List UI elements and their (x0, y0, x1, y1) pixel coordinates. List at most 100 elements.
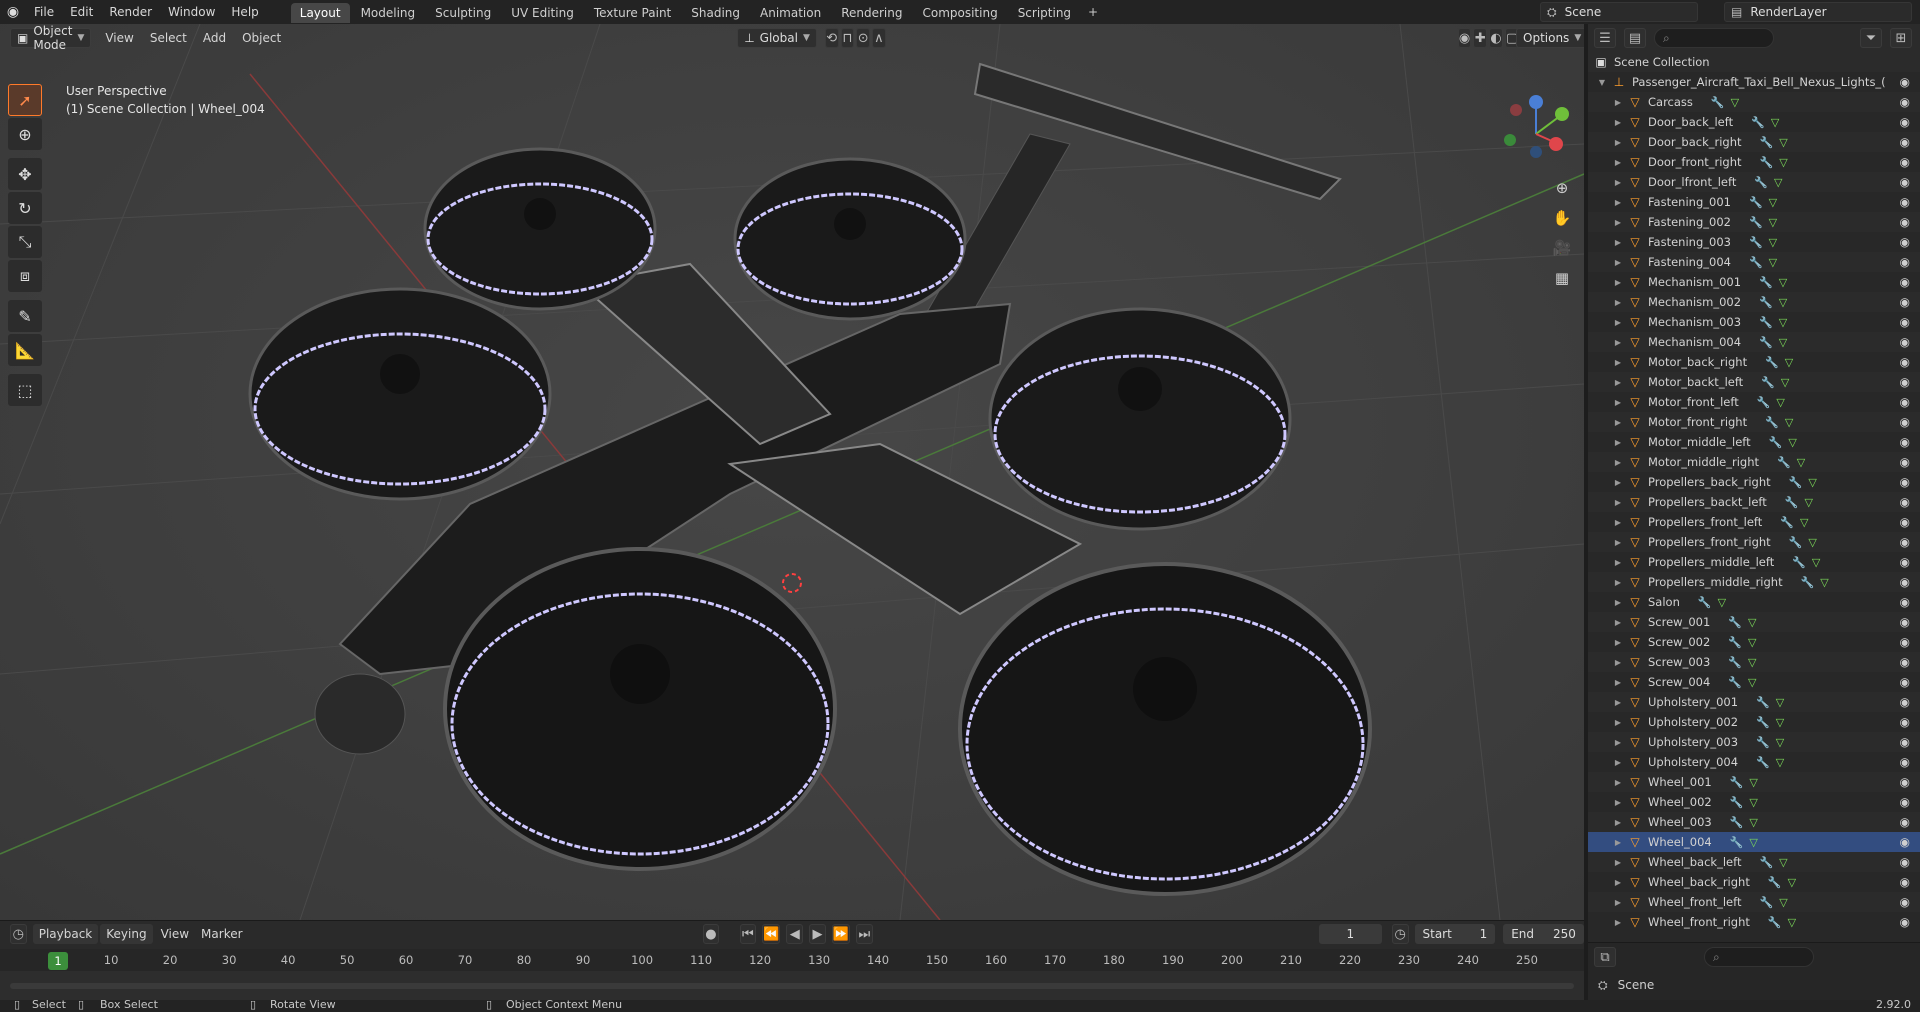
zoom-icon[interactable]: ⊕ (1548, 174, 1576, 202)
mesh-data-icon[interactable]: ▽ (1749, 776, 1757, 789)
chevron-right-icon[interactable]: ▶ (1612, 338, 1624, 347)
modifier-wrench-icon[interactable]: 🔧 (1749, 216, 1763, 229)
eye-icon[interactable]: ◉ (1900, 475, 1910, 489)
mesh-data-icon[interactable]: ▽ (1808, 476, 1816, 489)
scene-properties-icon[interactable]: ⛭ (1598, 978, 1608, 993)
modifier-wrench-icon[interactable]: 🔧 (1789, 536, 1803, 549)
chevron-right-icon[interactable]: ▶ (1612, 838, 1624, 847)
tab-uv-editing[interactable]: UV Editing (502, 3, 583, 23)
eye-icon[interactable]: ◉ (1900, 375, 1910, 389)
timeline-scrollbar[interactable] (10, 983, 1574, 989)
chevron-right-icon[interactable]: ▶ (1612, 558, 1624, 567)
menu-help[interactable]: Help (223, 0, 266, 24)
mesh-data-icon[interactable]: ▽ (1769, 216, 1777, 229)
outliner-item[interactable]: ▶ ▽ Motor_front_right 🔧 ▽ ◉ (1588, 412, 1920, 432)
modifier-wrench-icon[interactable]: 🔧 (1754, 176, 1768, 189)
viewport-menu-view[interactable]: View (97, 28, 141, 48)
modifier-wrench-icon[interactable]: 🔧 (1756, 696, 1770, 709)
outliner-item[interactable]: ▶ ▽ Motor_backt_left 🔧 ▽ ◉ (1588, 372, 1920, 392)
tab-rendering[interactable]: Rendering (832, 3, 911, 23)
eye-icon[interactable]: ◉ (1900, 895, 1910, 909)
chevron-right-icon[interactable]: ▶ (1612, 118, 1624, 127)
outliner-item[interactable]: ▶ ▽ Door_front_right 🔧 ▽ ◉ (1588, 152, 1920, 172)
modifier-wrench-icon[interactable]: 🔧 (1760, 156, 1774, 169)
eye-icon[interactable]: ◉ (1900, 795, 1910, 809)
mesh-data-icon[interactable]: ▽ (1797, 456, 1805, 469)
chevron-right-icon[interactable]: ▶ (1612, 618, 1624, 627)
measure-tool-icon[interactable]: 📐 (8, 334, 42, 366)
outliner-display-mode-icon[interactable]: ☰ (1594, 28, 1616, 48)
mesh-data-icon[interactable]: ▽ (1779, 856, 1787, 869)
outliner-item[interactable]: ▶ ▽ Propellers_front_right 🔧 ▽ ◉ (1588, 532, 1920, 552)
chevron-right-icon[interactable]: ▶ (1612, 898, 1624, 907)
chevron-right-icon[interactable]: ▶ (1612, 738, 1624, 747)
mesh-data-icon[interactable]: ▽ (1779, 316, 1787, 329)
outliner-item[interactable]: ▶ ▽ Propellers_middle_right 🔧 ▽ ◉ (1588, 572, 1920, 592)
falloff-icon[interactable]: ∧ (872, 28, 886, 48)
eye-icon[interactable]: ◉ (1900, 455, 1910, 469)
eye-icon[interactable]: ◉ (1900, 195, 1910, 209)
mesh-data-icon[interactable]: ▽ (1779, 136, 1787, 149)
eye-icon[interactable]: ◉ (1900, 775, 1910, 789)
eye-icon[interactable]: ◉ (1900, 355, 1910, 369)
eye-icon[interactable]: ◉ (1900, 295, 1910, 309)
chevron-right-icon[interactable]: ▶ (1612, 478, 1624, 487)
view-layer-selector[interactable]: ▤ RenderLayer (1724, 2, 1912, 22)
outliner-item[interactable]: ▶ ▽ Wheel_003 🔧 ▽ ◉ (1588, 812, 1920, 832)
outliner-item[interactable]: ▶ ▽ Wheel_back_right 🔧 ▽ ◉ (1588, 872, 1920, 892)
outliner-item[interactable]: ▶ ▽ Mechanism_001 🔧 ▽ ◉ (1588, 272, 1920, 292)
modifier-wrench-icon[interactable]: 🔧 (1730, 816, 1744, 829)
chevron-right-icon[interactable]: ▶ (1612, 498, 1624, 507)
annotate-tool-icon[interactable]: ✎ (8, 300, 42, 332)
chevron-right-icon[interactable]: ▶ (1612, 758, 1624, 767)
tab-sculpting[interactable]: Sculpting (426, 3, 500, 23)
eye-icon[interactable]: ◉ (1900, 135, 1910, 149)
eye-icon[interactable]: ◉ (1900, 675, 1910, 689)
timeline-menu-view[interactable]: View (155, 924, 195, 944)
outliner-item[interactable]: ▶ ▽ Propellers_middle_left 🔧 ▽ ◉ (1588, 552, 1920, 572)
viewport-menu-add[interactable]: Add (195, 28, 234, 48)
timeline-editor-icon[interactable]: ◷ (10, 924, 27, 944)
outliner-item[interactable]: ▶ ▽ Mechanism_002 🔧 ▽ ◉ (1588, 292, 1920, 312)
chevron-right-icon[interactable]: ▶ (1612, 458, 1624, 467)
rotate-tool-icon[interactable]: ↻ (8, 192, 42, 224)
chevron-right-icon[interactable]: ▶ (1612, 918, 1624, 927)
modifier-wrench-icon[interactable]: 🔧 (1759, 316, 1773, 329)
chevron-right-icon[interactable]: ▶ (1612, 718, 1624, 727)
chevron-right-icon[interactable]: ▶ (1612, 638, 1624, 647)
modifier-wrench-icon[interactable]: 🔧 (1757, 396, 1771, 409)
outliner-item[interactable]: ▶ ▽ Wheel_001 🔧 ▽ ◉ (1588, 772, 1920, 792)
mesh-data-icon[interactable]: ▽ (1749, 796, 1757, 809)
modifier-wrench-icon[interactable]: 🔧 (1759, 296, 1773, 309)
modifier-wrench-icon[interactable]: 🔧 (1749, 256, 1763, 269)
chevron-right-icon[interactable]: ▶ (1612, 158, 1624, 167)
mesh-data-icon[interactable]: ▽ (1785, 356, 1793, 369)
eye-icon[interactable]: ◉ (1900, 615, 1910, 629)
modifier-wrench-icon[interactable]: 🔧 (1711, 96, 1725, 109)
mesh-data-icon[interactable]: ▽ (1748, 676, 1756, 689)
modifier-wrench-icon[interactable]: 🔧 (1801, 576, 1815, 589)
menu-edit[interactable]: Edit (62, 0, 101, 24)
proportional-edit-icon[interactable]: ⊙ (856, 28, 871, 48)
outliner-item[interactable]: ▶ ▽ Fastening_001 🔧 ▽ ◉ (1588, 192, 1920, 212)
jump-end-icon[interactable]: ⏭ (856, 924, 873, 944)
new-collection-icon[interactable]: ⊞ (1890, 28, 1912, 48)
modifier-wrench-icon[interactable]: 🔧 (1760, 896, 1774, 909)
play-icon[interactable]: ▶ (809, 924, 826, 944)
modifier-wrench-icon[interactable]: 🔧 (1756, 716, 1770, 729)
mesh-data-icon[interactable]: ▽ (1779, 896, 1787, 909)
mesh-data-icon[interactable]: ▽ (1779, 276, 1787, 289)
next-keyframe-icon[interactable]: ⏩ (831, 924, 851, 944)
add-workspace-button[interactable]: + (1084, 3, 1102, 21)
frame-ruler[interactable]: 1 10 20 30 40 50 60 70 80 90 100 110 120 130 140 150 160… (0, 949, 1584, 971)
filter-icon[interactable]: ⏷ (1860, 28, 1882, 48)
modifier-wrench-icon[interactable]: 🔧 (1759, 276, 1773, 289)
play-reverse-icon[interactable]: ◀ (786, 924, 804, 944)
outliner-item[interactable]: ▶ ▽ Upholstery_002 🔧 ▽ ◉ (1588, 712, 1920, 732)
modifier-wrench-icon[interactable]: 🔧 (1789, 476, 1803, 489)
chevron-right-icon[interactable]: ▶ (1612, 698, 1624, 707)
outliner-item[interactable]: ▶ ▽ Screw_003 🔧 ▽ ◉ (1588, 652, 1920, 672)
mesh-data-icon[interactable]: ▽ (1774, 176, 1782, 189)
outliner-item[interactable]: ▶ ▽ Wheel_front_left 🔧 ▽ ◉ (1588, 892, 1920, 912)
outliner-item[interactable]: ▶ ▽ Propellers_back_right 🔧 ▽ ◉ (1588, 472, 1920, 492)
